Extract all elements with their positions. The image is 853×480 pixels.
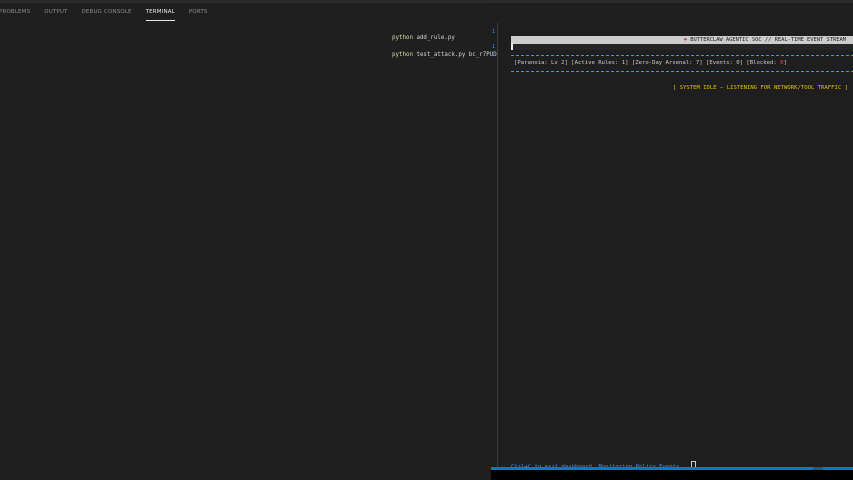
stats-line: [Paranoia: Lv 2] [Active Rules: 1] [Zero… (514, 60, 787, 66)
command-args: add_rule.py (416, 35, 455, 41)
header-input-row (511, 44, 853, 50)
dashboard-terminal[interactable]: ❤ BUTTERCLAW AGENTIC SOC // REAL-TIME EV… (497, 23, 853, 470)
terminal-panel: PROBLEMS OUTPUT DEBUG CONSOLE TERMINAL P… (0, 3, 497, 480)
command-name: python (392, 52, 413, 58)
window-bottom-strip (491, 470, 853, 480)
idle-status-message: [ SYSTEM IDLE — LISTENING FOR NETWORK/TO… (672, 85, 848, 91)
command-name: python (392, 35, 413, 41)
tab-ports[interactable]: PORTS (189, 8, 208, 20)
command-args: test_attack.py bc_r7PUD (416, 52, 497, 58)
tab-terminal[interactable]: TERMINAL (145, 8, 175, 21)
stats-text: [Paranoia: Lv 2] [Active Rules: 1] [Zero… (514, 60, 781, 66)
dashed-divider (511, 71, 853, 72)
dashboard-header: ❤ BUTTERCLAW AGENTIC SOC // REAL-TIME EV… (511, 36, 853, 44)
terminal-command-line: python test_attack.py bc_r7PUD (392, 52, 497, 58)
command-decoration-marker[interactable]: 1 (492, 45, 495, 50)
dashboard-title: BUTTERCLAW AGENTIC SOC // REAL-TIME EVEN… (690, 37, 846, 43)
stats-close: ] (783, 60, 787, 66)
tab-problems[interactable]: PROBLEMS (0, 8, 30, 20)
dashed-divider (511, 55, 853, 56)
text-cursor (511, 43, 513, 50)
tab-debug-console[interactable]: DEBUG CONSOLE (82, 8, 132, 20)
panel-tab-bar: PROBLEMS OUTPUT DEBUG CONSOLE TERMINAL P… (0, 8, 222, 21)
command-decoration-marker[interactable]: 1 (492, 30, 495, 35)
tab-output[interactable]: OUTPUT (44, 8, 67, 20)
terminal-command-line: python add_rule.py (392, 35, 455, 41)
command-decoration-marker[interactable]: 1 (492, 53, 495, 58)
heart-icon: ❤ (683, 37, 687, 43)
